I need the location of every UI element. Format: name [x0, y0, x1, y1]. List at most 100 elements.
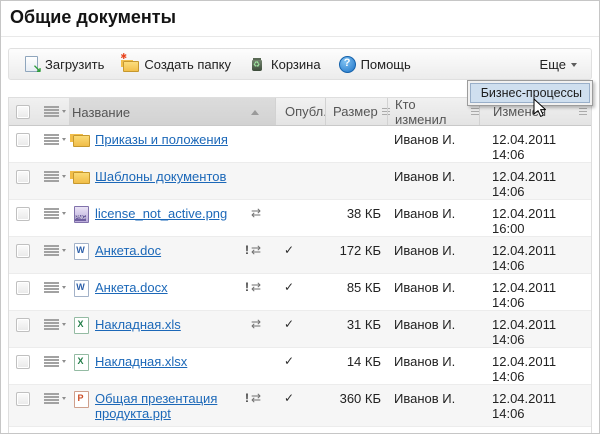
row-menu-button[interactable] [44, 319, 59, 330]
column-header-published-label: Опубл. [285, 104, 327, 119]
file-size: 295 КБ [325, 427, 387, 434]
published-mark: ✓ [275, 274, 325, 294]
toolbar-button-icon [339, 56, 356, 72]
modified-by: Иванов И. [387, 200, 479, 221]
column-header-modified-by[interactable]: Кто изменил [387, 98, 479, 125]
table-body: Приказы и положения Иванов И. 12.04.2011… [9, 126, 591, 434]
workflow-status-icon [245, 391, 267, 405]
modified-date: 12.04.2011 14:06 [479, 163, 591, 199]
published-mark [275, 200, 325, 206]
row-checkbox[interactable] [16, 281, 30, 295]
toolbar-button[interactable]: Помощь [333, 53, 417, 75]
row-checkbox[interactable] [16, 392, 30, 406]
row-checkbox[interactable] [16, 318, 30, 332]
file-size: 38 КБ [325, 200, 387, 221]
document-link[interactable]: Накладная.xlsx [95, 354, 187, 369]
row-checkbox[interactable] [16, 133, 30, 147]
sort-ascending-icon [251, 110, 259, 115]
toolbar-button-icon [249, 56, 266, 72]
workflow-status-icon [245, 280, 267, 294]
row-menu-button[interactable] [44, 282, 59, 293]
document-link[interactable]: Шаблоны документов [95, 169, 226, 184]
documents-table: Название Опубл. Размер Кто изменил Измен… [8, 97, 592, 434]
toolbar-button-label: Загрузить [45, 57, 104, 72]
grid-actions-menu-icon[interactable] [44, 106, 59, 117]
more-dropdown: Бизнес-процессы [467, 80, 593, 106]
toolbar-button[interactable]: Загрузить [17, 53, 110, 75]
file-size [325, 126, 387, 132]
dropdown-item-business-processes[interactable]: Бизнес-процессы [470, 83, 590, 103]
row-menu-button[interactable] [44, 134, 59, 145]
file-type-icon [72, 354, 89, 370]
modified-date: 12.04.2011 14:06 [479, 311, 591, 347]
column-header-name[interactable]: Название [69, 98, 275, 125]
published-mark: ✓ [275, 385, 325, 405]
column-menu-icon[interactable] [471, 108, 479, 115]
document-link[interactable]: Общая презентация продукта.ppt [95, 391, 239, 421]
table-row: Анкета.doc ✓ 172 КБ Иванов И. 12.04.2011… [9, 237, 591, 274]
row-checkbox[interactable] [16, 170, 30, 184]
document-link[interactable]: license_not_active.png [95, 206, 227, 221]
modified-by: Иванов И. [387, 274, 479, 295]
row-checkbox[interactable] [16, 355, 30, 369]
file-size: 14 КБ [325, 348, 387, 369]
modified-date: 12.04.2011 14:06 [479, 427, 591, 434]
workflow-status-icon [251, 317, 267, 331]
row-menu-button[interactable] [44, 171, 59, 182]
modified-by: Иванов И. [387, 427, 479, 434]
modified-by: Иванов И. [387, 126, 479, 147]
file-size: 360 КБ [325, 385, 387, 406]
published-mark [275, 126, 325, 132]
column-header-modified-by-label: Кто изменил [395, 97, 467, 127]
modified-date: 12.04.2011 14:06 [479, 274, 591, 310]
row-checkbox[interactable] [16, 207, 30, 221]
modified-by: Иванов И. [387, 163, 479, 184]
row-menu-button[interactable] [44, 356, 59, 367]
toolbar-button-icon [122, 56, 139, 72]
column-header-published[interactable]: Опубл. [275, 98, 325, 125]
document-link[interactable]: Анкета.docx [95, 280, 168, 295]
toolbar-button[interactable]: Создать папку [116, 53, 237, 75]
published-mark: ✓ [275, 311, 325, 331]
table-row: license_not_active.png 38 КБ Иванов И. 1… [9, 200, 591, 237]
file-type-icon [72, 132, 89, 148]
published-mark: ✓ [275, 348, 325, 368]
select-all-checkbox[interactable] [16, 105, 30, 119]
file-type-icon [72, 206, 89, 222]
toolbar: Загрузить Создать папку Корзина Помощь [8, 48, 592, 80]
file-type-icon [72, 280, 89, 296]
column-header-size-label: Размер [333, 104, 378, 119]
table-row: Накладная.xlsx ✓ 14 КБ Иванов И. 12.04.2… [9, 348, 591, 385]
published-mark [275, 163, 325, 169]
workflow-status-icon [245, 243, 267, 257]
title-divider [1, 36, 599, 37]
toolbar-button-label: Корзина [271, 57, 321, 72]
column-header-name-label: Название [72, 105, 130, 120]
file-size: 172 КБ [325, 237, 387, 258]
file-type-icon [72, 317, 89, 333]
document-link[interactable]: Приказы и положения [95, 132, 228, 147]
row-menu-button[interactable] [44, 245, 59, 256]
column-header-size[interactable]: Размер [325, 98, 387, 125]
modified-by: Иванов И. [387, 348, 479, 369]
column-menu-icon[interactable] [579, 108, 587, 115]
more-button[interactable]: Еще [534, 54, 583, 75]
toolbar-button[interactable]: Корзина [243, 53, 327, 75]
file-type-icon [72, 169, 89, 185]
document-link[interactable]: Анкета.doc [95, 243, 161, 258]
row-menu-button[interactable] [44, 393, 59, 404]
row-checkbox[interactable] [16, 244, 30, 258]
more-button-label: Еще [540, 57, 566, 72]
row-menu-button[interactable] [44, 208, 59, 219]
file-type-icon [72, 391, 89, 407]
documents-panel: Общие документы Загрузить Создать папку … [0, 0, 600, 434]
toolbar-button-label: Помощь [361, 57, 411, 72]
toolbar-buttons: Загрузить Создать папку Корзина Помощь [17, 53, 423, 75]
header-select-all [9, 98, 37, 125]
table-row: Общая презентация продукта.pptx ✓ 295 КБ… [9, 427, 591, 434]
modified-date: 12.04.2011 16:00 [479, 200, 591, 236]
modified-by: Иванов И. [387, 311, 479, 332]
file-size [325, 163, 387, 169]
table-row: Приказы и положения Иванов И. 12.04.2011… [9, 126, 591, 163]
document-link[interactable]: Накладная.xls [95, 317, 181, 332]
